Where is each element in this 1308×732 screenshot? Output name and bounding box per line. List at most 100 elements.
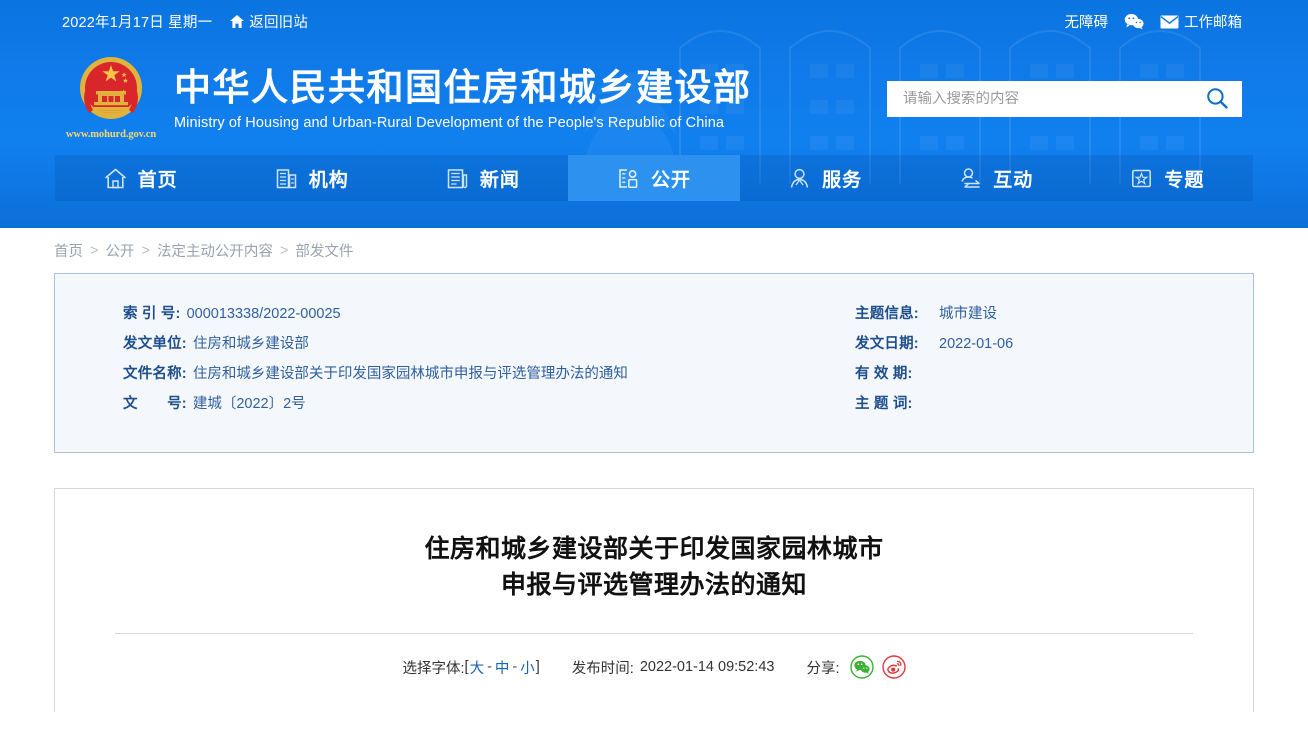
main-navigation: 首页 机构 新闻 公开 服务 互动 专题 bbox=[55, 155, 1253, 201]
return-old-site-link[interactable]: 返回旧站 bbox=[230, 11, 308, 32]
return-old-site-label: 返回旧站 bbox=[249, 15, 309, 31]
metadata-value-document-name: 住房和城乡建设部关于印发国家园林城市申报与评选管理办法的通知 bbox=[192, 366, 628, 382]
breadcrumb-item-home[interactable]: 首页 bbox=[54, 240, 83, 261]
font-size-large[interactable]: 大 bbox=[469, 657, 486, 678]
metadata-label-keywords: 主 题 词: bbox=[855, 396, 913, 412]
breadcrumb-item-open[interactable]: 公开 bbox=[105, 240, 134, 261]
share-group: 分享: bbox=[806, 655, 906, 679]
open-document-icon bbox=[617, 167, 640, 190]
nav-item-institution[interactable]: 机构 bbox=[226, 155, 397, 201]
metadata-row-validity-period: 有 效 期: bbox=[855, 362, 1253, 392]
brand-titles: 中华人民共和国住房和城乡建设部 Ministry of Housing and … bbox=[174, 67, 752, 132]
breadcrumb-item-legal-disclosure[interactable]: 法定主动公开内容 bbox=[157, 240, 273, 261]
search-box[interactable] bbox=[887, 81, 1242, 117]
nav-label-interaction: 互动 bbox=[993, 169, 1034, 191]
metadata-row-subject-info: 主题信息: 城市建设 bbox=[855, 302, 1253, 332]
nav-item-topic[interactable]: 专题 bbox=[1082, 155, 1253, 201]
bracket-close: ] bbox=[535, 659, 540, 675]
metadata-value-issuing-unit: 住房和城乡建设部 bbox=[192, 336, 309, 352]
metadata-label-document-name: 文件名称: bbox=[123, 366, 187, 382]
metadata-row-document-number: 文 号: 建城〔2022〕2号 bbox=[123, 392, 815, 422]
metadata-value-document-number: 建城〔2022〕2号 bbox=[192, 396, 306, 412]
article-card: 住房和城乡建设部关于印发国家园林城市 申报与评选管理办法的通知 选择字体: [ … bbox=[54, 488, 1254, 712]
nav-label-home: 首页 bbox=[137, 169, 178, 191]
site-url: www.mohurd.gov.cn bbox=[65, 129, 157, 140]
wechat-button[interactable] bbox=[1124, 13, 1144, 30]
metadata-value-index-number: 000013338/2022-00025 bbox=[186, 306, 341, 322]
metadata-value-issue-date: 2022-01-06 bbox=[939, 336, 1014, 352]
font-dash: - bbox=[512, 659, 518, 675]
metadata-right-column: 主题信息: 城市建设 发文日期: 2022-01-06 有 效 期: 主 题 词… bbox=[815, 302, 1253, 452]
topbar-right-group: 无障碍 工作邮箱 bbox=[1065, 11, 1242, 32]
home-icon bbox=[104, 167, 127, 190]
breadcrumb-separator: > bbox=[141, 242, 150, 259]
mail-icon bbox=[1160, 15, 1179, 29]
metadata-label-validity-period: 有 效 期: bbox=[855, 366, 913, 382]
accessibility-link[interactable]: 无障碍 bbox=[1065, 11, 1109, 32]
weibo-share-icon[interactable] bbox=[881, 655, 906, 679]
metadata-row-index-number: 索 引 号: 000013338/2022-00025 bbox=[123, 302, 815, 332]
font-size-small[interactable]: 小 bbox=[519, 657, 536, 678]
site-title-cn: 中华人民共和国住房和城乡建设部 bbox=[174, 66, 752, 108]
site-title-en: Ministry of Housing and Urban-Rural Deve… bbox=[174, 115, 725, 132]
search-icon bbox=[1206, 87, 1228, 112]
nav-item-service[interactable]: 服务 bbox=[740, 155, 911, 201]
building-icon bbox=[275, 167, 298, 190]
page-title: 住房和城乡建设部关于印发国家园林城市 申报与评选管理办法的通知 bbox=[115, 531, 1193, 603]
nav-item-interaction[interactable]: 互动 bbox=[911, 155, 1082, 201]
work-mail-label: 工作邮箱 bbox=[1184, 15, 1242, 31]
metadata-label-index-number: 索 引 号: bbox=[123, 306, 181, 322]
search-button[interactable] bbox=[1204, 86, 1230, 112]
nav-label-open: 公开 bbox=[650, 169, 691, 191]
nav-item-news[interactable]: 新闻 bbox=[397, 155, 568, 201]
wechat-share-icon[interactable] bbox=[849, 655, 874, 679]
topbar-left-group: 2022年1月17日 星期一 返回旧站 bbox=[62, 11, 308, 32]
brand-row: www.mohurd.gov.cn 中华人民共和国住房和城乡建设部 Minist… bbox=[0, 43, 1308, 155]
publish-time-label: 发布时间: bbox=[571, 660, 634, 677]
star-topic-icon bbox=[1130, 167, 1153, 190]
work-mail-link[interactable]: 工作邮箱 bbox=[1160, 11, 1242, 32]
metadata-row-issue-date: 发文日期: 2022-01-06 bbox=[855, 332, 1253, 362]
metadata-row-issuing-unit: 发文单位: 住房和城乡建设部 bbox=[123, 332, 815, 362]
breadcrumb-separator: > bbox=[90, 242, 99, 259]
nav-label-service: 服务 bbox=[822, 169, 863, 191]
site-header: 2022年1月17日 星期一 返回旧站 无障碍 工作邮箱 www.mohurd.… bbox=[0, 0, 1308, 228]
font-size-label: 选择字体: bbox=[402, 660, 465, 677]
nav-label-institution: 机构 bbox=[308, 169, 349, 191]
header-topbar: 2022年1月17日 星期一 返回旧站 无障碍 工作邮箱 bbox=[0, 0, 1308, 43]
breadcrumb: 首页 > 公开 > 法定主动公开内容 > 部发文件 bbox=[54, 228, 1254, 273]
metadata-left-column: 索 引 号: 000013338/2022-00025 发文单位: 住房和城乡建… bbox=[55, 302, 815, 452]
nav-label-news: 新闻 bbox=[479, 169, 520, 191]
metadata-label-issue-date: 发文日期: bbox=[855, 336, 919, 352]
nav-item-open[interactable]: 公开 bbox=[568, 155, 740, 201]
accessibility-label: 无障碍 bbox=[1064, 15, 1109, 31]
article-title-line2: 申报与评选管理办法的通知 bbox=[500, 571, 807, 599]
font-size-medium[interactable]: 中 bbox=[494, 657, 511, 678]
current-date: 2022年1月17日 星期一 bbox=[62, 15, 213, 31]
metadata-label-subject-info: 主题信息: bbox=[855, 306, 919, 322]
breadcrumb-separator: > bbox=[279, 242, 289, 259]
wechat-icon bbox=[1124, 13, 1144, 30]
font-size-selector: 选择字体: [ 大 - 中 - 小 ] bbox=[403, 657, 540, 678]
service-person-icon bbox=[788, 167, 811, 190]
article-meta-bar: 选择字体: [ 大 - 中 - 小 ] 发布时间: 2022-01-14 09:… bbox=[115, 655, 1193, 679]
share-label: 分享: bbox=[806, 660, 840, 677]
interaction-icon bbox=[959, 167, 982, 190]
document-metadata-panel: 索 引 号: 000013338/2022-00025 发文单位: 住房和城乡建… bbox=[54, 273, 1254, 453]
emblem-group: www.mohurd.gov.cn bbox=[62, 49, 160, 149]
metadata-row-document-name: 文件名称: 住房和城乡建设部关于印发国家园林城市申报与评选管理办法的通知 bbox=[123, 362, 815, 392]
metadata-label-issuing-unit: 发文单位: bbox=[123, 336, 187, 352]
nav-item-home[interactable]: 首页 bbox=[55, 155, 226, 201]
publish-time-value: 2022-01-14 09:52:43 bbox=[639, 659, 775, 675]
home-icon bbox=[230, 15, 245, 28]
publish-time-group: 发布时间: 2022-01-14 09:52:43 bbox=[572, 657, 775, 678]
metadata-row-keywords: 主 题 词: bbox=[855, 392, 1253, 422]
news-icon bbox=[446, 167, 469, 190]
metadata-value-subject-info: 城市建设 bbox=[939, 306, 997, 322]
page-body: 首页 > 公开 > 法定主动公开内容 > 部发文件 索 引 号: 0000133… bbox=[0, 228, 1308, 712]
search-input[interactable] bbox=[903, 91, 1204, 107]
article-divider bbox=[115, 633, 1193, 634]
font-dash: - bbox=[487, 659, 492, 675]
breadcrumb-item-ministry-documents[interactable]: 部发文件 bbox=[295, 240, 353, 261]
metadata-label-document-number: 文 号: bbox=[123, 396, 187, 412]
